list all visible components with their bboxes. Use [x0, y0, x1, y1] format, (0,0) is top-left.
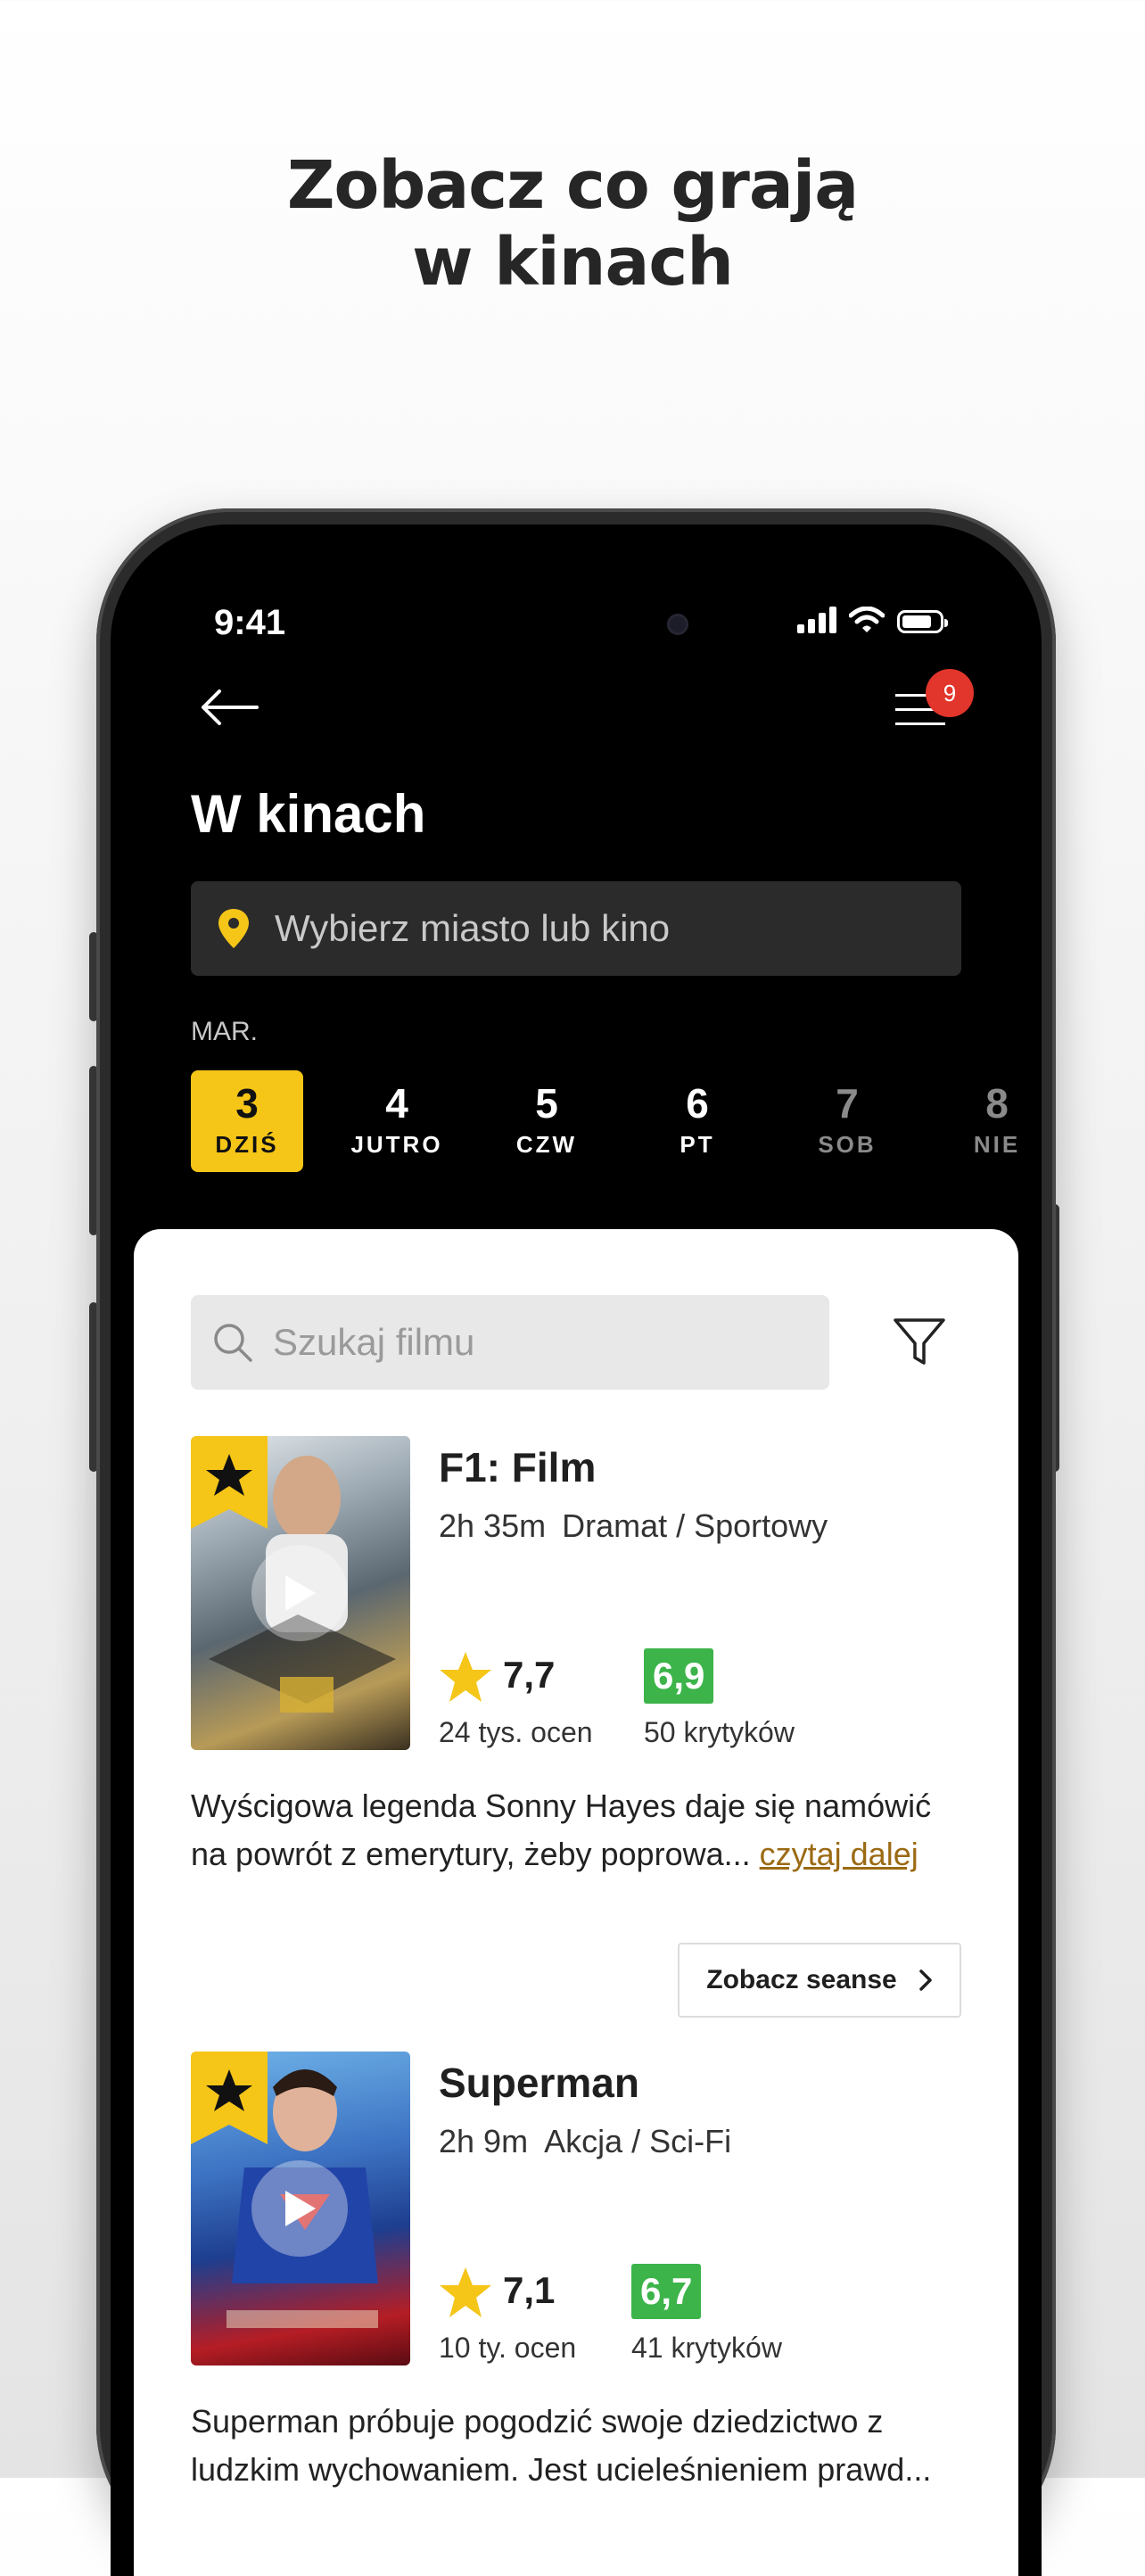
chevron-right-icon	[918, 1969, 932, 1991]
movie-duration: 2h 35m	[439, 1507, 547, 1544]
description-text: Superman próbuje pogodzić swoje dziedzic…	[191, 2403, 932, 2488]
critic-count: 50 krytyków	[644, 1716, 795, 1748]
search-placeholder: Szukaj filmu	[273, 1321, 475, 1363]
month-label: MAR.	[191, 1017, 258, 1046]
promo-line-1: Zobacz co grają	[286, 147, 859, 224]
movie-duration: 2h 9m	[439, 2123, 529, 2159]
date-day: CZW	[515, 1131, 578, 1158]
movie-card-f1: F1: Film 2h 35m Dramat / Sportowy 7,7 24 …	[191, 1436, 961, 2025]
favorite-bookmark-icon[interactable]	[191, 1436, 268, 1529]
user-rating: 7,7	[503, 1654, 556, 1696]
user-rating: 7,1	[503, 2269, 556, 2311]
search-icon	[214, 1324, 252, 1362]
play-trailer-button[interactable]	[251, 2160, 348, 2257]
play-trailer-button[interactable]	[251, 1545, 348, 1641]
movie-description: Wyścigowa legenda Sonny Hayes daje się n…	[191, 1782, 961, 1878]
filter-icon[interactable]	[892, 1315, 947, 1370]
status-time: 9:41	[214, 603, 286, 642]
movie-meta: 2h 9m Akcja / Sci-Fi	[439, 2123, 731, 2160]
cellular-signal-icon	[797, 607, 836, 633]
date-item-6[interactable]: 6 PT	[641, 1070, 754, 1172]
phone-screen: 9:41 9 W kinach Wybierz miasto lub kino …	[111, 524, 1042, 2576]
critic-count: 41 krytyków	[631, 2332, 782, 2364]
date-item-5[interactable]: 5 CZW	[490, 1070, 603, 1172]
favorite-bookmark-icon[interactable]	[191, 2052, 268, 2144]
date-number: 5	[535, 1080, 558, 1127]
battery-icon	[897, 610, 948, 633]
date-day: NIE	[973, 1131, 1021, 1158]
star-icon	[440, 1652, 491, 1702]
critic-score-badge: 6,7	[631, 2264, 702, 2319]
play-icon	[285, 1575, 316, 1611]
date-item-8[interactable]: 8 NIE	[941, 1070, 1042, 1172]
date-number: 8	[985, 1080, 1009, 1127]
date-item-4[interactable]: 4 JUTRO	[341, 1070, 453, 1172]
status-bar: 9:41	[111, 524, 1042, 649]
date-number: 3	[235, 1080, 259, 1127]
date-number: 6	[686, 1080, 709, 1127]
date-day: PT	[680, 1131, 715, 1158]
play-icon	[285, 2191, 316, 2226]
date-item-7[interactable]: 7 SOB	[791, 1070, 903, 1172]
date-number: 4	[385, 1080, 408, 1127]
date-number: 7	[836, 1080, 859, 1127]
location-pin-icon	[218, 909, 249, 948]
read-more-link[interactable]: czytaj dalej	[760, 1836, 918, 1872]
movie-list-sheet: Szukaj filmu F1: Film 2h 35m Dramat / Sp…	[134, 1229, 1018, 2576]
movie-genres: Dramat / Sportowy	[562, 1507, 828, 1544]
movie-description: Superman próbuje pogodzić swoje dziedzic…	[191, 2398, 961, 2494]
page-title: W kinach	[191, 784, 426, 844]
movie-title[interactable]: Superman	[439, 2059, 639, 2107]
promo-headline: Zobacz co grają w kinach	[0, 147, 1145, 301]
city-select-placeholder: Wybierz miasto lub kino	[275, 907, 671, 949]
date-item-3[interactable]: 3 DZIŚ	[191, 1070, 303, 1172]
date-day: DZIŚ	[215, 1131, 279, 1158]
back-arrow-icon[interactable]	[198, 685, 260, 730]
date-day: SOB	[818, 1131, 877, 1158]
city-cinema-select[interactable]: Wybierz miasto lub kino	[191, 881, 961, 976]
movie-genres: Akcja / Sci-Fi	[544, 2123, 732, 2159]
movie-poster[interactable]	[191, 2052, 410, 2365]
user-rating-count: 10 ty. ocen	[439, 2332, 577, 2364]
see-showtimes-label: Zobacz seanse	[706, 1965, 897, 1994]
status-icons	[797, 607, 948, 633]
user-rating-count: 24 tys. ocen	[439, 1716, 593, 1748]
critic-score-badge: 6,9	[644, 1648, 714, 1704]
front-camera	[667, 614, 688, 635]
star-icon	[440, 2267, 491, 2317]
see-showtimes-button[interactable]: Zobacz seanse	[678, 1943, 961, 2018]
wifi-icon	[849, 607, 885, 632]
notification-badge: 9	[926, 669, 974, 717]
movie-title[interactable]: F1: Film	[439, 1443, 596, 1491]
movie-meta: 2h 35m Dramat / Sportowy	[439, 1507, 828, 1545]
movie-card-superman: Superman 2h 9m Akcja / Sci-Fi 7,1 10 ty. …	[191, 2052, 961, 2515]
movie-poster[interactable]	[191, 1436, 410, 1750]
date-picker: 3 DZIŚ 4 JUTRO 5 CZW 6 PT 7 SOB 8 NIE	[191, 1070, 1042, 1172]
promo-line-2: w kinach	[412, 224, 734, 301]
date-day: JUTRO	[350, 1131, 443, 1158]
movie-search-input[interactable]: Szukaj filmu	[191, 1295, 829, 1390]
